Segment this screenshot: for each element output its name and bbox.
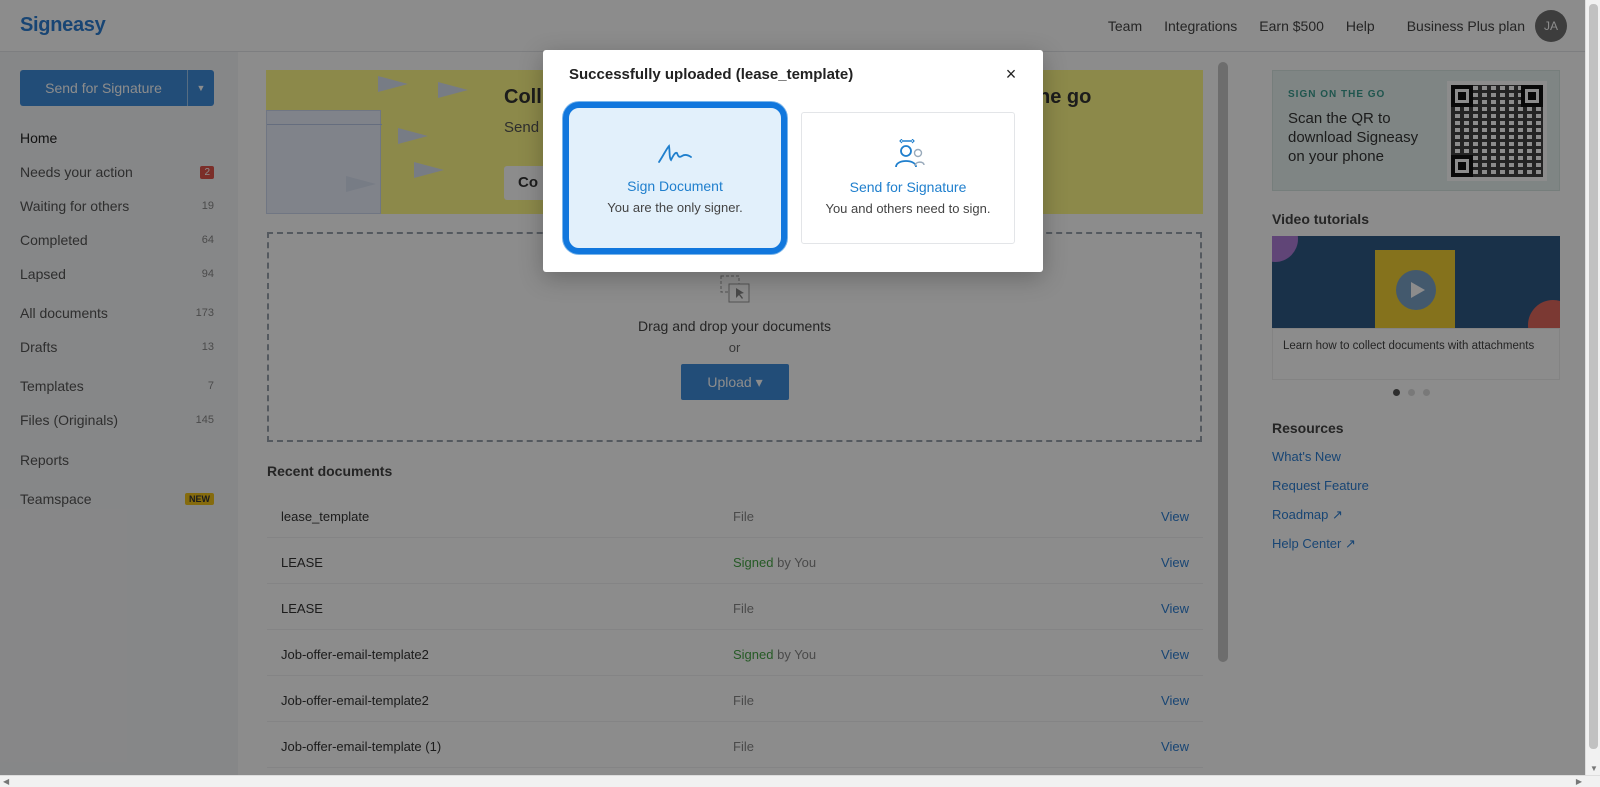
multi-signer-icon bbox=[895, 139, 925, 168]
scrollbar-thumb[interactable] bbox=[1589, 4, 1598, 749]
scroll-down-icon[interactable]: ▼ bbox=[1590, 764, 1598, 773]
upload-success-dialog: Successfully uploaded (lease_template) ×… bbox=[543, 50, 1043, 272]
scroll-right-icon[interactable]: ▶ bbox=[1576, 777, 1582, 786]
option-title: Send for Signature bbox=[849, 179, 967, 195]
option-title: Sign Document bbox=[627, 178, 723, 194]
option-description: You and others need to sign. bbox=[825, 201, 991, 216]
dialog-title: Successfully uploaded (lease_template) bbox=[569, 66, 854, 83]
scroll-left-icon[interactable]: ◀ bbox=[3, 777, 9, 786]
page-horizontal-scrollbar[interactable]: ◀ ▶ bbox=[0, 775, 1600, 787]
option-description: You are the only signer. bbox=[607, 200, 743, 215]
send-for-signature-option[interactable]: Send for Signature You and others need t… bbox=[801, 112, 1015, 244]
signature-icon bbox=[658, 144, 692, 163]
close-icon[interactable]: × bbox=[1001, 64, 1021, 84]
sign-document-option[interactable]: Sign Document You are the only signer. bbox=[563, 102, 787, 254]
page-vertical-scrollbar[interactable]: ▼ bbox=[1585, 0, 1600, 775]
